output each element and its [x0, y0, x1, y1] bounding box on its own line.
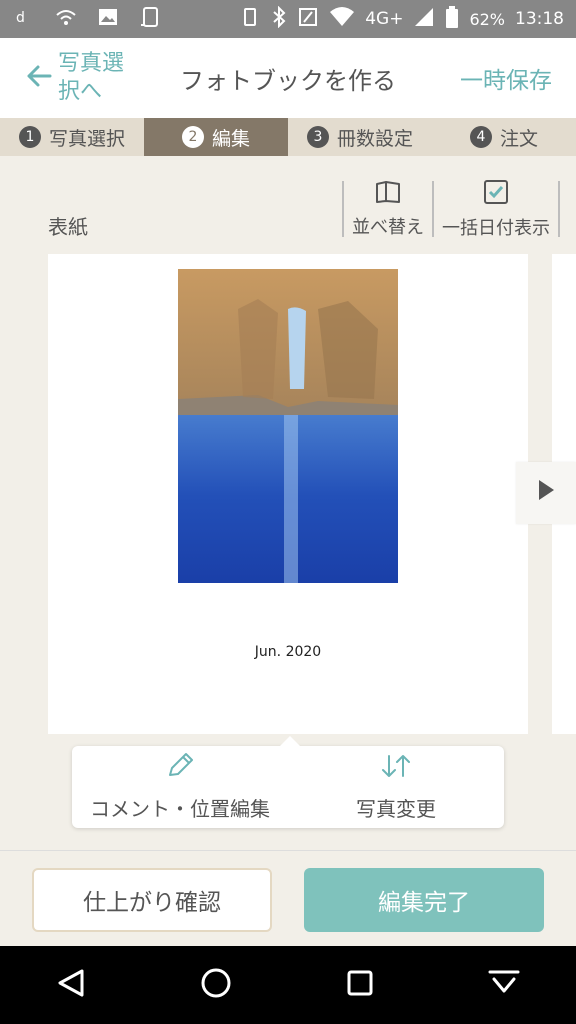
next-page-button[interactable]	[516, 462, 576, 524]
nav-hide-button[interactable]	[474, 955, 534, 1015]
step-quantity[interactable]: 3 冊数設定	[288, 118, 432, 156]
square-recents-icon	[346, 969, 374, 1001]
step-number: 4	[469, 126, 492, 148]
play-right-icon	[536, 478, 556, 509]
photo-edit-popup: コメント・位置編集 写真変更	[72, 736, 504, 828]
nav-recents-button[interactable]	[330, 955, 390, 1015]
editor-toolbar: 並べ替え 一括日付表示	[342, 179, 560, 239]
reorder-button[interactable]: 並べ替え	[342, 180, 432, 238]
status-bar: d 4G+ 62% 13:18	[0, 0, 576, 38]
step-order[interactable]: 4 注文	[432, 118, 576, 156]
cover-page[interactable]: Jun. 2020	[48, 254, 528, 734]
comment-position-edit-label: コメント・位置編集	[90, 797, 270, 821]
vibrate-icon	[239, 6, 261, 33]
reorder-label: 並べ替え	[352, 216, 424, 238]
step-label: 冊数設定	[336, 127, 413, 150]
footer-actions: 仕上がり確認 編集完了	[0, 850, 576, 946]
wifi-icon	[329, 6, 355, 33]
step-label: 注文	[499, 127, 538, 150]
swap-arrows-icon	[379, 752, 413, 785]
cover-label: 表紙	[48, 215, 88, 239]
system-nav-bar	[0, 946, 576, 1024]
battery-icon	[445, 5, 459, 34]
cover-photo[interactable]	[178, 269, 398, 583]
step-label: 写真選択	[48, 127, 125, 150]
svg-text:d: d	[16, 10, 25, 26]
nav-home-button[interactable]	[186, 955, 246, 1015]
image-icon	[96, 5, 120, 34]
step-number: 1	[18, 126, 41, 148]
wifi-calling-icon	[54, 5, 78, 34]
nfc-icon	[297, 6, 319, 33]
step-photo-select[interactable]: 1 写真選択	[0, 118, 144, 156]
app-header: 写真選択へ フォトブックを作る 一時保存	[0, 38, 576, 118]
back-to-photo-select-button[interactable]: 写真選択へ	[0, 50, 150, 106]
notification-icons: d	[12, 5, 162, 34]
back-arrow-icon	[24, 61, 54, 96]
step-label: 編集	[211, 127, 250, 150]
step-edit[interactable]: 2 編集	[144, 118, 288, 156]
circle-home-icon	[200, 967, 232, 1003]
nav-back-button[interactable]	[42, 955, 102, 1015]
battery-percent: 62%	[469, 9, 505, 29]
editor-area: 表紙 並べ替え 一括日付表示 Jun. 2020 コメント・位置編集 写真変更	[0, 156, 576, 846]
signal-icon	[413, 6, 435, 33]
change-photo-button[interactable]: 写真変更	[288, 746, 504, 828]
bluetooth-icon	[271, 5, 287, 33]
dhealth-icon: d	[12, 5, 36, 34]
network-type: 4G+	[365, 9, 404, 29]
back-label: 写真選択へ	[58, 51, 125, 104]
chevron-down-icon	[487, 967, 521, 1003]
checkbox-checked-icon	[483, 179, 509, 210]
finish-editing-button[interactable]: 編集完了	[304, 868, 544, 932]
cast-icon	[138, 5, 162, 34]
date-display-button[interactable]: 一括日付表示	[432, 179, 560, 239]
change-photo-label: 写真変更	[356, 797, 436, 821]
triangle-back-icon	[56, 967, 88, 1003]
preview-button[interactable]: 仕上がり確認	[32, 868, 272, 932]
step-number: 3	[306, 126, 329, 148]
step-number: 2	[181, 126, 204, 148]
book-icon	[374, 180, 402, 209]
cover-date: Jun. 2020	[254, 644, 322, 660]
clock: 13:18	[515, 9, 564, 29]
save-draft-button[interactable]: 一時保存	[460, 61, 552, 95]
pencil-icon	[165, 752, 195, 785]
comment-position-edit-button[interactable]: コメント・位置編集	[72, 746, 288, 828]
date-display-label: 一括日付表示	[442, 217, 550, 239]
step-indicator: 1 写真選択 2 編集 3 冊数設定 4 注文	[0, 118, 576, 156]
